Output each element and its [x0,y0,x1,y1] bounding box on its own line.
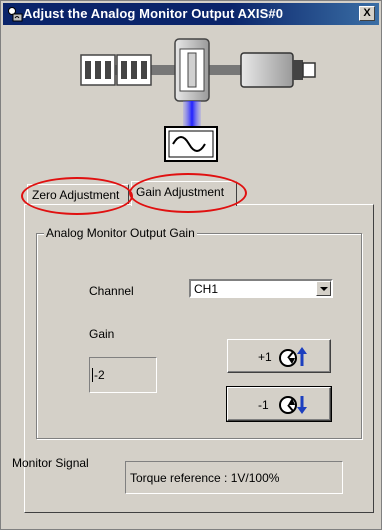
dialog-window: Adjust the Analog Monitor Output AXIS#0 … [0,0,382,530]
gain-label: Gain [89,327,115,341]
gain-down-icon [279,396,307,414]
close-button[interactable]: X [359,6,375,21]
title-bar: Adjust the Analog Monitor Output AXIS#0 … [3,3,379,25]
tab-zero-adjustment[interactable]: Zero Adjustment [27,184,129,206]
tab-gain-adjustment[interactable]: Gain Adjustment [131,181,237,206]
chevron-down-icon[interactable] [316,281,331,296]
group-title: Analog Monitor Output Gain [44,226,197,240]
gain-decrease-button[interactable]: -1 [226,386,332,422]
increase-label: +1 [258,350,272,364]
channel-select[interactable]: CH1 [189,279,333,298]
monitor-signal-value: Torque reference : 1V/100% [130,471,280,485]
decrease-label: -1 [258,398,269,412]
gain-value-box: -2 [89,357,157,393]
servomotor-icon [240,52,316,88]
gain-adjustment-panel: Analog Monitor Output Gain Channel CH1 G… [12,204,374,513]
gain-up-icon [279,347,307,367]
gain-value: -2 [92,368,105,382]
monitor-signal-field: Torque reference : 1V/100% [125,461,343,494]
monitor-signal-label: Monitor Signal [12,456,89,470]
window-title: Adjust the Analog Monitor Output AXIS#0 [23,6,284,21]
window-app-icon [8,7,23,22]
system-diagram [80,38,316,162]
gain-groupbox: Analog Monitor Output Gain Channel CH1 G… [36,226,362,439]
channel-label: Channel [89,284,134,298]
oscilloscope-icon [164,126,218,162]
gain-increase-button[interactable]: +1 [227,339,331,373]
channel-value: CH1 [194,282,219,296]
servo-drive-icon [80,38,251,102]
